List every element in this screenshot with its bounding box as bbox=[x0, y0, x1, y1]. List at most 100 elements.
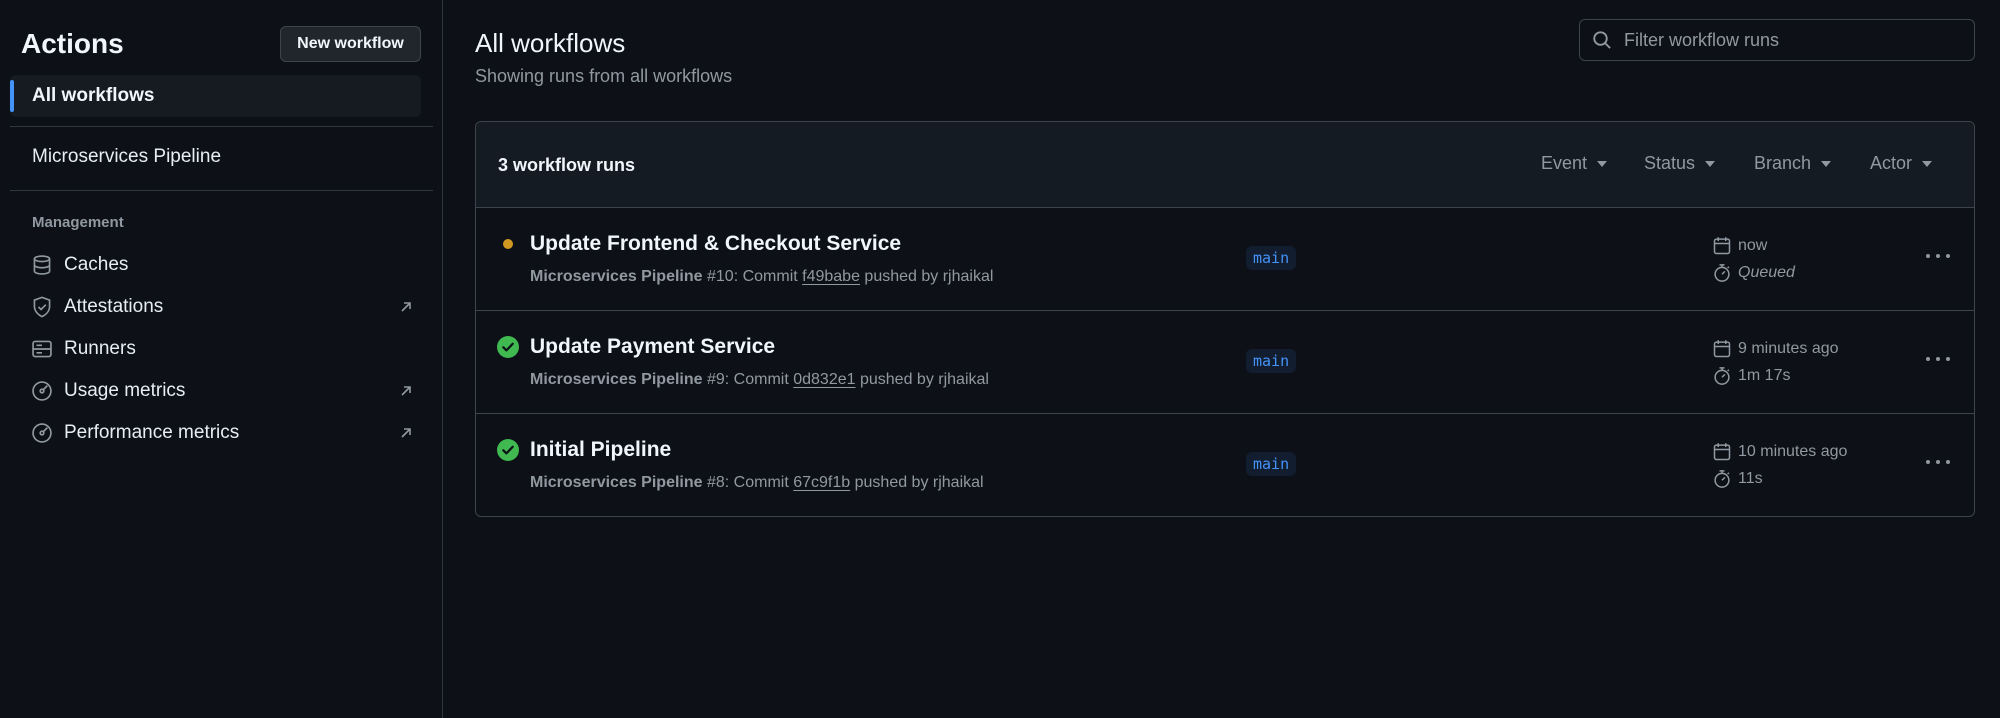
workflow-name: Microservices Pipeline bbox=[530, 474, 703, 491]
stopwatch-icon bbox=[1714, 367, 1730, 385]
run-duration: Queued bbox=[1712, 263, 1795, 283]
kebab-dot bbox=[1936, 254, 1940, 258]
kebab-dot bbox=[1926, 254, 1930, 258]
page-subtitle: Showing runs from all workflows bbox=[475, 66, 733, 86]
new-workflow-button[interactable]: New workflow bbox=[280, 26, 421, 62]
run-meta: Microservices Pipeline #8: Commit 67c9f1… bbox=[530, 474, 984, 492]
run-timestamp: 9 minutes ago bbox=[1738, 340, 1839, 357]
run-meta: Microservices Pipeline #9: Commit 0d832e… bbox=[530, 371, 989, 389]
run-options-button[interactable] bbox=[1923, 244, 1953, 268]
branch-badge[interactable]: main bbox=[1246, 246, 1297, 270]
filter-runs-box bbox=[1579, 19, 1975, 61]
run-duration: 1m 17s bbox=[1712, 366, 1790, 386]
sidebar-item-caches[interactable]: Caches bbox=[22, 247, 422, 283]
active-indicator bbox=[10, 80, 14, 112]
run-duration: 11s bbox=[1712, 469, 1763, 489]
run-number: #10 bbox=[706, 268, 734, 285]
calendar-icon bbox=[1713, 340, 1731, 358]
actor-filter-dropdown[interactable]: Actor bbox=[1870, 153, 1933, 174]
run-title-link[interactable]: Update Frontend & Checkout Service bbox=[530, 232, 901, 256]
commit-prefix: : Commit bbox=[724, 371, 794, 388]
sidebar-item-performance-metrics[interactable]: Performance metrics bbox=[22, 415, 422, 451]
workflow-run-row[interactable]: Update Payment Service Microservices Pip… bbox=[476, 311, 1974, 414]
commit-prefix: : Commit bbox=[724, 474, 794, 491]
divider bbox=[10, 190, 433, 191]
search-icon bbox=[1593, 31, 1611, 49]
kebab-dot bbox=[1926, 460, 1930, 464]
status-filter-dropdown[interactable]: Status bbox=[1644, 153, 1716, 174]
page-title: All workflows bbox=[475, 28, 626, 58]
arrow-up-right-icon bbox=[401, 386, 411, 396]
workflow-runs-list: 3 workflow runs Event Status Branch Acto… bbox=[475, 121, 1975, 517]
sidebar-item-label: Performance metrics bbox=[64, 422, 240, 443]
workflow-run-row[interactable]: Update Frontend & Checkout Service Micro… bbox=[476, 208, 1974, 311]
run-options-button[interactable] bbox=[1923, 347, 1953, 371]
sidebar-item-microservices-pipeline[interactable]: Microservices Pipeline bbox=[32, 146, 221, 168]
event-filter-dropdown[interactable]: Event bbox=[1541, 153, 1608, 174]
run-title-link[interactable]: Initial Pipeline bbox=[530, 438, 671, 462]
pushed-by: pushed by rjhaikal bbox=[859, 268, 994, 285]
pushed-by: pushed by rjhaikal bbox=[850, 474, 984, 491]
dropdown-label: Event bbox=[1541, 153, 1588, 173]
dropdown-label: Branch bbox=[1754, 153, 1812, 173]
run-duration-value: 1m 17s bbox=[1738, 367, 1791, 384]
kebab-dot bbox=[1926, 357, 1930, 361]
commit-sha-link[interactable]: 0d832e1 bbox=[793, 371, 855, 388]
run-time: 10 minutes ago bbox=[1712, 442, 1847, 462]
caret-down-icon bbox=[1597, 160, 1608, 167]
caret-down-icon bbox=[1821, 160, 1832, 167]
queued-status-icon bbox=[503, 239, 513, 249]
database-icon bbox=[30, 253, 54, 277]
stopwatch-icon bbox=[1714, 264, 1730, 282]
sidebar-item-label: Runners bbox=[64, 338, 136, 359]
filter-runs-input[interactable] bbox=[1624, 29, 1964, 51]
branch-filter-dropdown[interactable]: Branch bbox=[1754, 153, 1832, 174]
branch-badge[interactable]: main bbox=[1246, 349, 1297, 373]
commit-sha-link[interactable]: 67c9f1b bbox=[793, 474, 850, 491]
kebab-dot bbox=[1936, 460, 1940, 464]
management-section-label: Management bbox=[32, 214, 124, 231]
sidebar-item-all-workflows[interactable]: All workflows bbox=[10, 75, 421, 117]
pushed-by: pushed by rjhaikal bbox=[855, 371, 989, 388]
run-duration-value: Queued bbox=[1738, 264, 1795, 281]
kebab-dot bbox=[1946, 460, 1950, 464]
sidebar-item-label: Usage metrics bbox=[64, 380, 186, 401]
sidebar-item-attestations[interactable]: Attestations bbox=[22, 289, 422, 325]
run-timestamp: now bbox=[1738, 237, 1768, 254]
run-time: now bbox=[1712, 236, 1767, 256]
run-title-link[interactable]: Update Payment Service bbox=[530, 335, 775, 359]
meter-icon bbox=[30, 379, 54, 403]
kebab-dot bbox=[1946, 357, 1950, 361]
sidebar-item-usage-metrics[interactable]: Usage metrics bbox=[22, 373, 422, 409]
server-icon bbox=[30, 337, 54, 361]
calendar-icon bbox=[1713, 443, 1731, 461]
run-timestamp: 10 minutes ago bbox=[1738, 443, 1848, 460]
sidebar: Actions New workflow All workflows Micro… bbox=[0, 0, 443, 718]
dropdown-label: Status bbox=[1644, 153, 1696, 173]
run-duration-value: 11s bbox=[1738, 470, 1763, 487]
workflow-run-row[interactable]: Initial Pipeline Microservices Pipeline … bbox=[476, 414, 1974, 516]
branch-badge[interactable]: main bbox=[1246, 452, 1297, 476]
main-content: All workflows Showing runs from all work… bbox=[444, 0, 2000, 718]
run-options-button[interactable] bbox=[1923, 450, 1953, 474]
caret-down-icon bbox=[1922, 160, 1933, 167]
arrow-up-right-icon bbox=[401, 302, 411, 312]
kebab-dot bbox=[1936, 357, 1940, 361]
kebab-dot bbox=[1946, 254, 1950, 258]
run-number: #8 bbox=[706, 474, 725, 491]
sidebar-item-label: Caches bbox=[64, 254, 129, 275]
calendar-icon bbox=[1713, 237, 1731, 255]
commit-sha-link[interactable]: f49babe bbox=[802, 268, 860, 285]
runs-list-header: 3 workflow runs Event Status Branch Acto… bbox=[476, 122, 1974, 208]
arrow-up-right-icon bbox=[401, 428, 411, 438]
sidebar-title: Actions bbox=[21, 28, 124, 59]
shield-check-icon bbox=[30, 295, 54, 319]
stopwatch-icon bbox=[1714, 470, 1730, 488]
workflow-name: Microservices Pipeline bbox=[530, 371, 703, 388]
commit-prefix: : Commit bbox=[733, 268, 803, 285]
meter-icon bbox=[30, 421, 54, 445]
run-number: #9 bbox=[706, 371, 725, 388]
check-circle-icon bbox=[497, 336, 519, 358]
check-circle-icon bbox=[497, 439, 519, 461]
sidebar-item-runners[interactable]: Runners bbox=[22, 331, 422, 367]
